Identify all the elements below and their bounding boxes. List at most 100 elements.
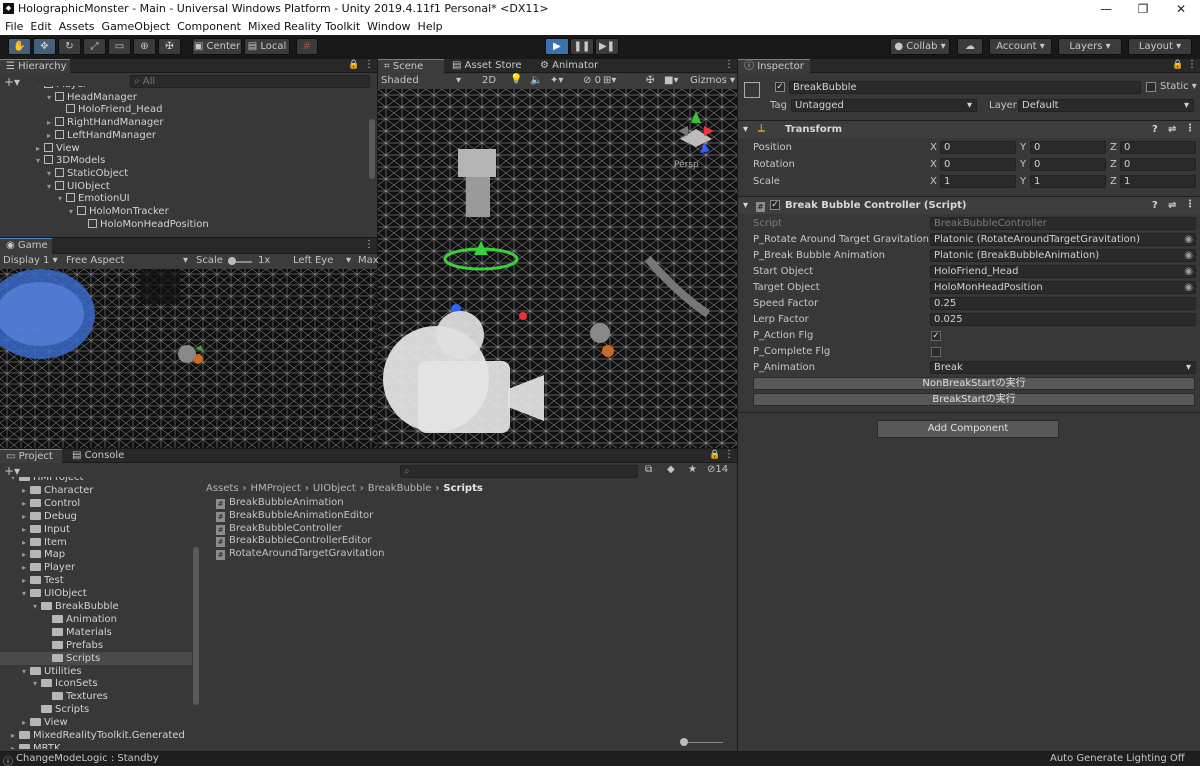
project-tree-scrollbar[interactable] (193, 547, 199, 705)
move-tool-icon[interactable]: ✥ (33, 38, 56, 55)
transform-rotation-z-field[interactable]: 0 (1120, 158, 1196, 171)
project-folder-item[interactable]: ▸ Input (22, 523, 70, 536)
hierarchy-item[interactable]: ▾ EmotionUI (58, 192, 130, 205)
axis-z-label[interactable]: Z (1110, 176, 1117, 187)
field-value[interactable]: 0.25 (930, 297, 1196, 310)
transform-rotation-label[interactable]: Rotation (753, 159, 795, 170)
add-icon[interactable]: +▾ (4, 464, 20, 478)
field-value[interactable]: 0.025 (930, 313, 1196, 326)
hierarchy-item[interactable]: ▾ StaticObject (47, 167, 128, 180)
tab-inspector[interactable]: ⓘ Inspector (738, 59, 810, 73)
foldout-arrow-icon[interactable]: ▾ (36, 86, 44, 91)
script-file-item[interactable]: # RotateAroundTargetGravitation (216, 548, 616, 561)
account-dropdown[interactable]: Account ▾ (989, 38, 1052, 55)
transform-position-z-field[interactable]: 0 (1120, 141, 1196, 154)
kebab-menu-icon[interactable]: ⋮ (364, 239, 374, 250)
hierarchy-item[interactable]: HoloFriend_Head (58, 103, 162, 116)
project-folder-item[interactable]: ▸ Player (22, 561, 75, 574)
project-folder-item[interactable]: ▸ MixedRealityToolkit.Generated (11, 729, 185, 742)
maximize-icon[interactable]: ❐ (1124, 0, 1162, 18)
transform-rotation-x-field[interactable]: 0 (940, 158, 1016, 171)
foldout-arrow-icon[interactable]: ▾ (22, 587, 30, 600)
axis-z-label[interactable]: Z (1110, 159, 1117, 170)
hand-tool-icon[interactable]: ✋ (8, 38, 31, 55)
foldout-arrow-icon[interactable]: ▸ (22, 536, 30, 549)
pivot-center-button[interactable]: ▣ Center (192, 38, 242, 55)
axis-y-label[interactable]: Y (1020, 176, 1026, 187)
project-folder-item[interactable]: ▸ View (22, 716, 68, 729)
persp-label[interactable]: Persp (674, 160, 699, 170)
transform-scale-label[interactable]: Scale (753, 176, 780, 187)
tab-asset-store[interactable]: ▤ Asset Store (446, 59, 532, 73)
project-folder-item[interactable]: ▸ Item (22, 536, 67, 549)
pivot-local-button[interactable]: ▤ Local (244, 38, 290, 55)
custom-tool-icon[interactable]: ✠ (158, 38, 181, 55)
rect-tool-icon[interactable]: ▭ (108, 38, 131, 55)
status-message[interactable]: ChangeModeLogic : Standby (16, 753, 159, 764)
project-folder-item[interactable]: ▸ Debug (22, 510, 77, 523)
component-enabled-checkbox[interactable]: ✓ (770, 200, 780, 210)
transform-position-x-field[interactable]: 0 (940, 141, 1016, 154)
tab-project[interactable]: ▭ Project (0, 449, 62, 463)
preset-icon[interactable]: ⇌ (1168, 200, 1176, 211)
foldout-arrow-icon[interactable]: ▾ (58, 192, 66, 205)
tab-scene[interactable]: ⌗ Scene (378, 59, 444, 73)
pause-button[interactable]: ❚❚ (570, 38, 594, 55)
component-menu-icon[interactable]: ⋮ (1185, 123, 1195, 134)
hidden-objects-toggle[interactable]: ⊘ 0 (583, 75, 601, 86)
tab-animator[interactable]: ⚙ Animator (534, 59, 604, 73)
menu-file[interactable]: File (5, 20, 23, 33)
help-icon[interactable]: ? (1152, 124, 1158, 135)
project-folder-item[interactable]: ▾ BreakBubble (33, 600, 119, 613)
project-folder-item[interactable]: Scripts (33, 703, 89, 716)
foldout-arrow-icon[interactable]: ▸ (11, 729, 19, 742)
static-dropdown[interactable]: Static ▾ (1160, 81, 1197, 92)
scale-slider-knob[interactable] (228, 257, 236, 265)
axis-x-label[interactable]: X (930, 142, 937, 153)
preset-icon[interactable]: ⇌ (1168, 124, 1176, 135)
lock-icon[interactable]: 🔒 (709, 450, 720, 460)
foldout-arrow-icon[interactable]: ▾ (743, 200, 748, 211)
hidden-packages-toggle[interactable]: ⊘14 (707, 464, 728, 475)
tools-icon[interactable]: ✠ (646, 75, 654, 86)
foldout-arrow-icon[interactable]: ▾ (47, 91, 55, 104)
transform-rotation-y-field[interactable]: 0 (1030, 158, 1106, 171)
active-checkbox[interactable]: ✓ (775, 82, 785, 92)
object-picker-icon[interactable]: ◉ (1184, 250, 1193, 261)
foldout-arrow-icon[interactable]: ▸ (22, 561, 30, 574)
project-folder-item[interactable]: Textures (44, 690, 108, 703)
foldout-arrow-icon[interactable]: ▾ (33, 600, 41, 613)
foldout-arrow-icon[interactable]: ▸ (47, 129, 55, 142)
foldout-arrow-icon[interactable]: ▸ (22, 510, 30, 523)
effects-icon[interactable]: ✦▾ (550, 75, 563, 86)
hierarchy-item[interactable]: ▾ HeadManager (47, 91, 137, 104)
script-file-item[interactable]: # BreakBubbleControllerEditor (216, 535, 616, 548)
project-folder-item[interactable]: ▾ Utilities (22, 665, 82, 678)
transform-scale-x-field[interactable]: 1 (940, 175, 1016, 188)
transform-position-y-field[interactable]: 0 (1030, 141, 1106, 154)
gizmos-dropdown[interactable]: Gizmos ▾ (690, 75, 735, 86)
field-value[interactable]: HoloFriend_Head ◉ (930, 265, 1196, 278)
menu-component[interactable]: Component (177, 20, 241, 33)
script-file-item[interactable]: # BreakBubbleAnimation (216, 497, 616, 510)
axis-x-label[interactable]: X (930, 176, 937, 187)
project-folder-item[interactable]: ▸ Map (22, 548, 65, 561)
hierarchy-scrollbar[interactable] (369, 119, 375, 179)
field-value[interactable]: Platonic (BreakBubbleAnimation) ◉ (930, 249, 1196, 262)
foldout-arrow-icon[interactable]: ▾ (47, 180, 55, 193)
lock-icon[interactable]: 🔒 (1172, 60, 1183, 70)
scale-tool-icon[interactable]: ⤢ (83, 38, 106, 55)
project-folder-item[interactable]: Prefabs (44, 639, 103, 652)
collab-button[interactable]: ● Collab ▾ (890, 38, 950, 55)
object-picker-icon[interactable]: ◉ (1184, 266, 1193, 277)
lock-icon[interactable]: 🔒 (348, 60, 359, 70)
script-file-item[interactable]: # BreakBubbleController (216, 523, 616, 536)
project-folder-item[interactable]: ▸ Control (22, 497, 80, 510)
breadcrumb-item[interactable]: UIObject (313, 483, 356, 494)
field-value[interactable]: Platonic (RotateAroundTargetGravitation)… (930, 233, 1196, 246)
audio-icon[interactable]: 🔈 (530, 75, 542, 86)
rotate-tool-icon[interactable]: ↻ (58, 38, 81, 55)
foldout-arrow-icon[interactable]: ▾ (22, 665, 30, 678)
camera-icon[interactable]: ■▾ (664, 75, 678, 86)
foldout-arrow-icon[interactable]: ▸ (22, 484, 30, 497)
